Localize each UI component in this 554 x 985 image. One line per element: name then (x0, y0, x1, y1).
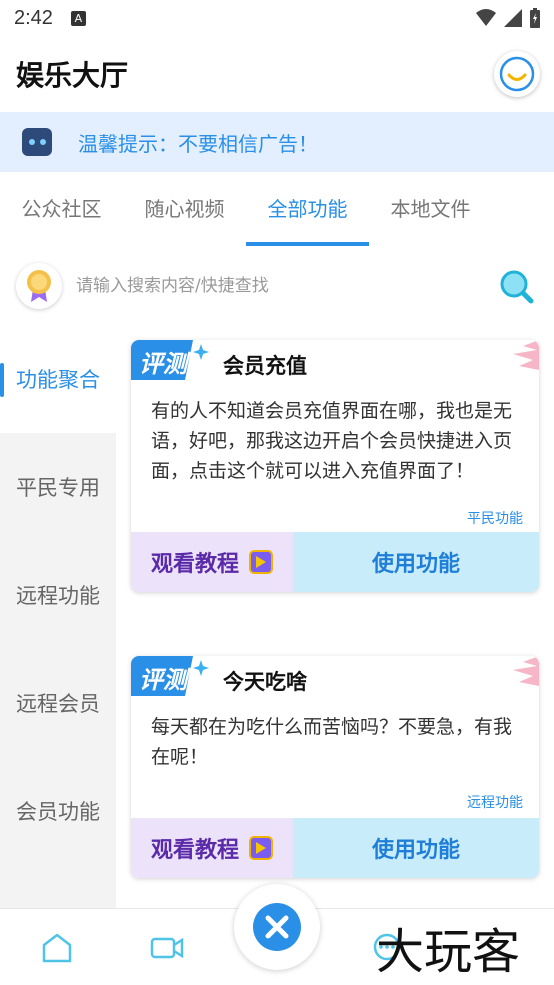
close-fab-button[interactable] (234, 884, 320, 970)
sidebar: 功能聚合 平民专用 远程功能 远程会员 会员功能 (0, 325, 116, 908)
tab-community[interactable]: 公众社区 (0, 172, 123, 246)
tab-video[interactable]: 随心视频 (123, 172, 246, 246)
page-title-text: 娱乐大厅 (16, 59, 129, 92)
watch-tutorial-button[interactable]: 观看教程 (131, 532, 293, 592)
tab-bar: 公众社区 随心视频 全部功能 本地文件 (0, 172, 554, 246)
search-icon[interactable] (498, 268, 534, 304)
battery-icon (530, 8, 540, 28)
card-actions: 观看教程 使用功能 (131, 818, 539, 878)
card-tag: 平民功能 (467, 511, 523, 527)
sidebar-item-civilian[interactable]: 平民专用 (0, 433, 116, 541)
card-header: 评测 会员充值 (131, 340, 539, 392)
use-function-button[interactable]: 使用功能 (293, 532, 539, 592)
watermark-text: 大玩客 (376, 924, 521, 980)
search-input[interactable] (76, 276, 476, 296)
card-description: 有的人不知道会员充值界面在哪，我也是无语，好吧，那我这边开启个会员快捷进入页面，… (151, 400, 513, 482)
use-function-button[interactable]: 使用功能 (293, 818, 539, 878)
card-title: 今天吃啥 (223, 670, 307, 694)
review-badge-text: 评测 (139, 666, 187, 694)
search-bar (0, 252, 554, 320)
sidebar-item-remote[interactable]: 远程功能 (0, 541, 116, 649)
tab-all-functions[interactable]: 全部功能 (246, 172, 369, 246)
close-icon (253, 903, 301, 951)
sidebar-item-member[interactable]: 会员功能 (0, 757, 116, 865)
tab-local-files[interactable]: 本地文件 (369, 172, 492, 246)
status-bar: 2:42 A (0, 0, 554, 36)
bird-deco-icon (513, 656, 539, 686)
wifi-icon (476, 9, 496, 26)
sidebar-item-remote-member[interactable]: 远程会员 (0, 649, 116, 757)
watch-tutorial-button[interactable]: 观看教程 (131, 818, 293, 878)
smile-icon (499, 56, 535, 92)
notice-text: 温馨提示：不要相信广告！ (78, 131, 318, 156)
sidebar-item-aggregate[interactable]: 功能聚合 (0, 325, 116, 433)
signal-icon (504, 9, 522, 27)
watch-tutorial-label: 观看教程 (150, 552, 239, 577)
medal-icon (16, 263, 62, 309)
bird-deco-icon (513, 340, 539, 370)
function-card: 评测 今天吃啥 每天都在为吃什么而苦恼吗？不要急，有我在呢！ 远程功能 观看教程… (131, 656, 539, 878)
card-header: 评测 今天吃啥 (131, 656, 539, 708)
play-icon (249, 550, 273, 574)
card-actions: 观看教程 使用功能 (131, 532, 539, 592)
review-badge-text: 评测 (139, 350, 187, 378)
notification-icon: A (70, 10, 86, 26)
card-description: 每天都在为吃什么而苦恼吗？不要急，有我在呢！ (151, 716, 513, 768)
play-icon (249, 836, 273, 860)
robot-icon (22, 128, 52, 156)
status-right (476, 8, 540, 28)
app-header: 娱乐大厅 (0, 36, 554, 112)
card-title: 会员充值 (223, 354, 307, 378)
watch-tutorial-label: 观看教程 (150, 838, 239, 863)
page-title: 娱乐大厅 (16, 54, 128, 94)
function-card: 评测 会员充值 有的人不知道会员充值界面在哪，我也是无语，好吧，那我这边开启个会… (131, 340, 539, 592)
avatar[interactable] (494, 51, 540, 97)
card-tag: 远程功能 (467, 795, 523, 811)
video-icon[interactable] (150, 933, 184, 963)
status-time: 2:42 (14, 6, 53, 29)
notice-banner: 温馨提示：不要相信广告！ (0, 112, 554, 172)
home-icon[interactable] (40, 933, 74, 963)
